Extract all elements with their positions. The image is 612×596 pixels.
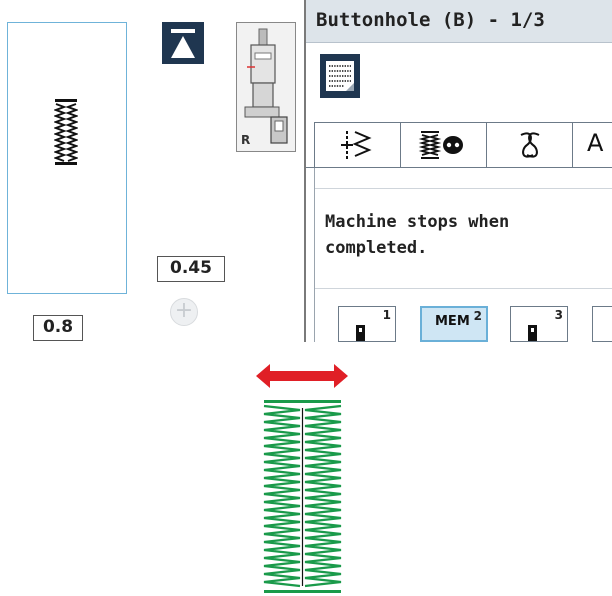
content-divider (315, 288, 612, 289)
stitch-width-value[interactable]: 0.8 (33, 315, 83, 341)
tab-alphabet-label: A (587, 129, 604, 157)
buttonhole-width-diagram (256, 364, 348, 593)
status-message: Machine stops when completed. (325, 212, 510, 258)
memory-slot-4-button[interactable] (592, 306, 612, 342)
memory-slot-number: 3 (554, 308, 563, 322)
left-zigzag-stitch (263, 404, 301, 588)
presser-foot-letter: R (241, 133, 251, 147)
straight-zigzag-stitch-icon (341, 131, 372, 159)
stitch-length-value[interactable]: 0.45 (157, 256, 225, 282)
memory-slot-1-button[interactable]: 1 (338, 306, 396, 342)
memory-slot-3-button[interactable]: 3 (510, 306, 568, 342)
width-arrow-icon (256, 364, 348, 388)
plus-icon: + (174, 298, 194, 323)
presser-foot-indicator: R (236, 22, 296, 152)
decorative-stitch-icon (520, 132, 540, 158)
buttonhole-stitch-icon (263, 400, 342, 593)
mem-label: MEM (435, 314, 470, 329)
stitch-block-icon (528, 325, 537, 341)
buttonhole-preview-icon (54, 99, 78, 165)
tab-utility[interactable] (314, 122, 402, 167)
needle-up-button[interactable] (162, 22, 204, 64)
right-panel: Buttonhole (B) - 1/3 A Machine stops whe… (306, 0, 612, 342)
tab-buttonhole[interactable] (400, 122, 488, 169)
right-zigzag-stitch (304, 404, 342, 588)
memory-slot-number: 2 (473, 309, 482, 323)
increase-button[interactable]: + (170, 298, 198, 326)
stitch-settings-area: Machine stops when completed. 1 MEM 2 3 (314, 168, 612, 342)
stitch-category-tabs: A (306, 122, 612, 169)
memory-slot-2-button[interactable]: MEM 2 (420, 306, 488, 342)
content-divider (315, 188, 612, 189)
title-bar: Buttonhole (B) - 1/3 (306, 0, 612, 43)
stitch-block-icon (356, 325, 365, 341)
tab-decorative[interactable] (486, 122, 574, 167)
stitch-chart-button[interactable] (320, 54, 360, 98)
page-title: Buttonhole (B) - 1/3 (316, 9, 545, 31)
buttonhole-stitch-icon (418, 131, 463, 159)
memory-slot-number: 1 (382, 308, 391, 322)
presser-foot-icon (244, 28, 288, 144)
sewing-machine-screen: 0.8 R 0.45 + Buttonhole (B) - 1/3 A Mach… (0, 0, 612, 342)
stitch-preview (7, 22, 127, 294)
stitch-chart-icon (326, 61, 354, 91)
tab-alphabet[interactable]: A (572, 122, 612, 167)
needle-up-icon (171, 29, 195, 58)
